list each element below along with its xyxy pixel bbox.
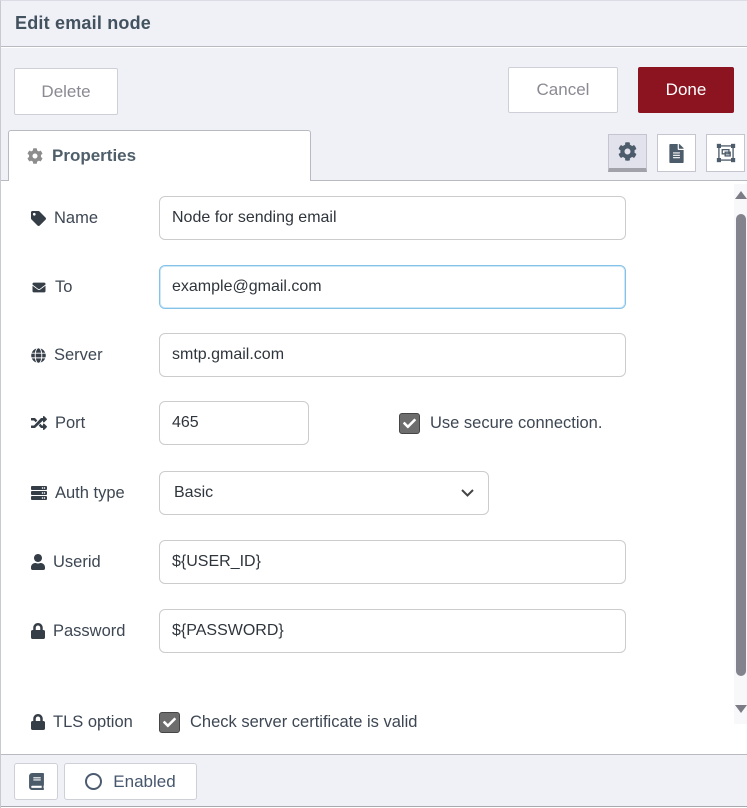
dialog-title: Edit email node	[15, 13, 151, 34]
tag-icon	[31, 211, 46, 226]
scrollbar-thumb[interactable]	[736, 214, 746, 676]
server-input[interactable]	[159, 333, 626, 377]
name-row: Name	[1, 196, 747, 240]
gear-icon	[618, 142, 637, 161]
chevron-down-icon	[461, 489, 474, 497]
lock-icon	[31, 714, 45, 730]
circle-outline-icon	[85, 773, 102, 790]
delete-button[interactable]: Delete	[14, 68, 118, 115]
dialog-footer: Enabled	[1, 754, 747, 807]
port-row: Port Use secure connection.	[1, 401, 747, 445]
auth-type-selected-value: Basic	[174, 484, 213, 502]
tab-properties[interactable]: Properties	[8, 130, 311, 181]
gear-icon	[27, 148, 43, 164]
password-input[interactable]	[159, 609, 626, 653]
user-icon	[31, 554, 45, 570]
file-text-icon	[669, 144, 684, 163]
to-row: To	[1, 265, 747, 309]
userid-input[interactable]	[159, 540, 626, 584]
envelope-icon	[31, 281, 47, 294]
auth-type-label: Auth type	[1, 484, 159, 503]
done-button[interactable]: Done	[638, 67, 734, 113]
secure-connection-group: Use secure connection.	[399, 413, 602, 434]
tls-option-row: TLS option Check server certificate is v…	[1, 700, 747, 736]
docs-button[interactable]	[14, 763, 58, 800]
userid-row: Userid	[1, 540, 747, 584]
description-panel-button[interactable]	[657, 134, 696, 172]
password-label: Password	[1, 622, 159, 641]
dialog-header: Edit email node	[1, 1, 747, 47]
secure-connection-label: Use secure connection.	[430, 414, 602, 433]
tls-verify-label: Check server certificate is valid	[190, 713, 417, 732]
triangle-up-icon[interactable]	[735, 191, 747, 199]
auth-type-select[interactable]: Basic	[159, 471, 489, 515]
properties-form: Name To Server	[1, 181, 747, 736]
book-icon	[29, 773, 44, 790]
secure-connection-checkbox[interactable]	[399, 413, 420, 434]
auth-type-row: Auth type Basic	[1, 471, 747, 515]
check-icon	[163, 716, 176, 729]
edit-email-node-dialog: Edit email node Delete Cancel Done Prope…	[0, 0, 747, 808]
dialog-toolbar: Delete Cancel Done Properties	[1, 48, 747, 181]
to-label: To	[1, 278, 159, 297]
tls-verify-checkbox[interactable]	[159, 712, 180, 733]
tab-properties-label: Properties	[52, 146, 136, 166]
enabled-label: Enabled	[113, 772, 175, 792]
properties-panel-button[interactable]	[608, 134, 647, 172]
check-icon	[403, 417, 416, 430]
port-input[interactable]	[159, 401, 309, 445]
enabled-toggle-button[interactable]: Enabled	[64, 763, 197, 800]
server-stack-icon	[31, 485, 47, 501]
tls-option-label: TLS option	[1, 713, 159, 732]
cancel-button[interactable]: Cancel	[508, 67, 618, 113]
form-scrollbar[interactable]	[734, 184, 747, 724]
password-row: Password	[1, 609, 747, 653]
lock-icon	[31, 623, 45, 639]
triangle-down-icon[interactable]	[735, 705, 747, 713]
port-label: Port	[1, 414, 159, 433]
name-label: Name	[1, 209, 159, 228]
server-label: Server	[1, 346, 159, 365]
appearance-panel-button[interactable]	[706, 134, 745, 172]
globe-icon	[31, 348, 46, 363]
node-appearance-icon	[716, 143, 736, 163]
server-row: Server	[1, 333, 747, 377]
shuffle-icon	[31, 415, 47, 431]
to-input[interactable]	[159, 265, 626, 309]
userid-label: Userid	[1, 553, 159, 572]
name-input[interactable]	[159, 196, 626, 240]
